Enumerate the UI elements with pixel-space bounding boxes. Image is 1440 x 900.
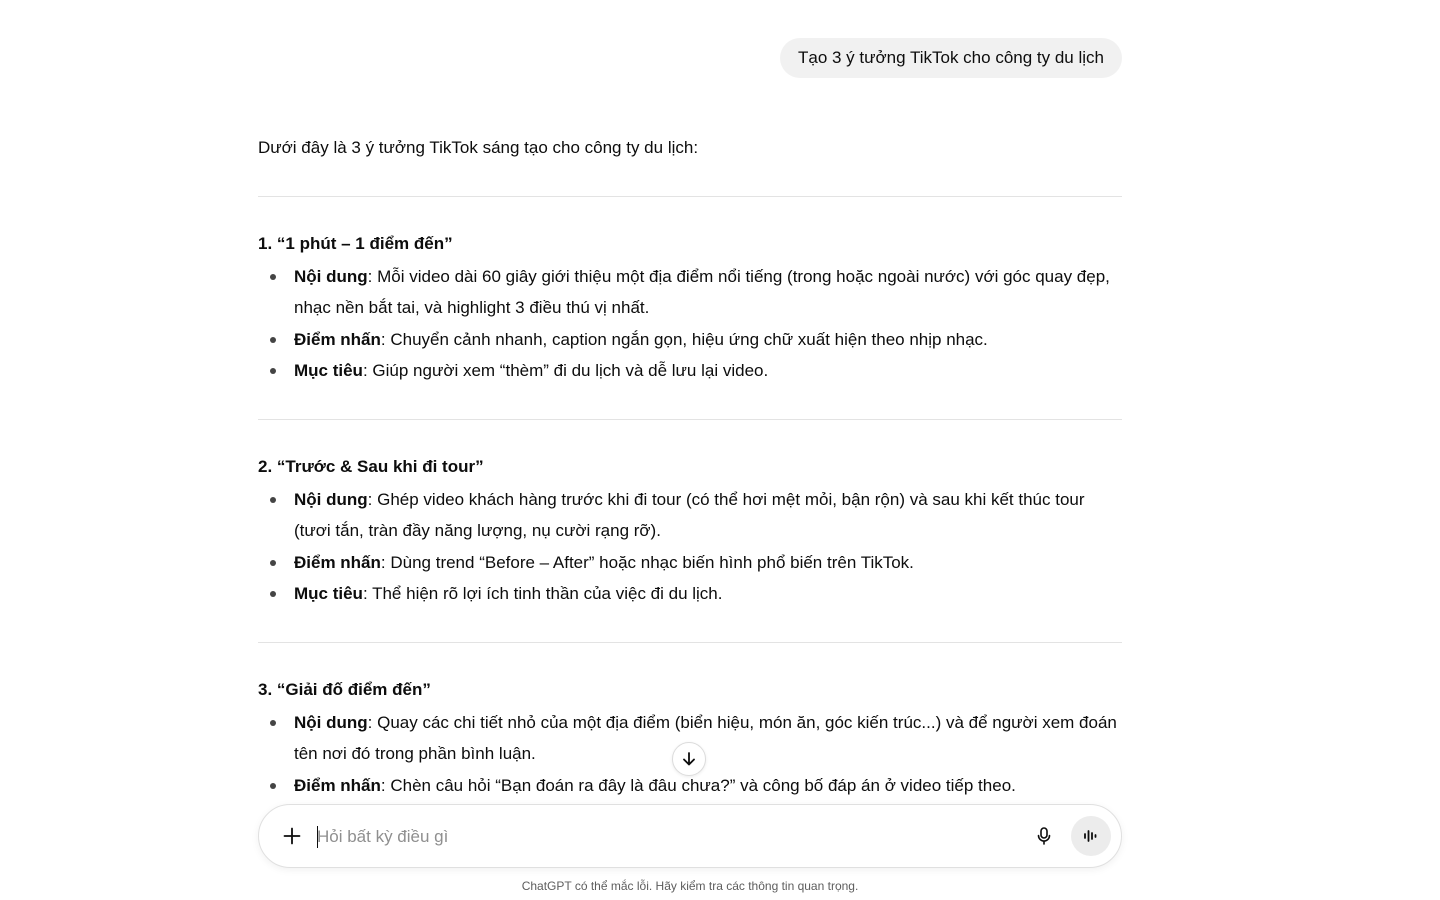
bullet-text: : Dùng trend “Before – After” hoặc nhạc …: [380, 552, 914, 572]
list-item: Điểm nhấn: Chèn câu hỏi “Bạn đoán ra đây…: [270, 770, 1122, 802]
voice-mode-button[interactable]: [1071, 816, 1111, 856]
assistant-message: Dưới đây là 3 ý tưởng TikTok sáng tạo ch…: [258, 132, 1122, 806]
bullet-text: : Ghép video khách hàng trước khi đi tou…: [294, 489, 1085, 541]
bullet-text: : Chuyển cảnh nhanh, caption ngắn gọn, h…: [380, 329, 988, 349]
bullet-label: Điểm nhấn: [294, 775, 381, 795]
prompt-input[interactable]: [317, 823, 1017, 851]
bullet-text: : Mỗi video dài 60 giây giới thiệu một đ…: [294, 266, 1110, 318]
bullet-label: Nội dung: [294, 712, 368, 732]
bullet-text: : Thể hiện rõ lợi ích tinh thần của việc…: [362, 584, 723, 603]
attach-button[interactable]: [275, 819, 309, 853]
idea-title: 1. “1 phút – 1 điểm đến”: [258, 233, 453, 253]
list-item: Nội dung: Quay các chi tiết nhỏ của một …: [270, 707, 1122, 770]
bullet-label: Nội dung: [294, 489, 368, 509]
bullet-label: Mục tiêu: [294, 584, 363, 603]
idea-section-2: 2. “Trước & Sau khi đi tour” Nội dung: G…: [258, 420, 1122, 642]
microphone-icon: [1037, 827, 1051, 845]
list-item: Mục tiêu: Thể hiện rõ lợi ích tinh thần …: [270, 578, 1122, 610]
idea-title: 3. “Giải đố điểm đến”: [258, 679, 431, 699]
list-item: Nội dung: Ghép video khách hàng trước kh…: [270, 484, 1122, 547]
voice-mode-icon: [1084, 830, 1097, 842]
chat-page: Tạo 3 ý tưởng TikTok cho công ty du lịch…: [0, 0, 1440, 900]
bullet-label: Điểm nhấn: [294, 552, 381, 572]
bullet-label: Nội dung: [294, 266, 368, 286]
list-item: Mục tiêu: Giúp người xem “thèm” đi du lị…: [270, 355, 1122, 387]
user-message-row: Tạo 3 ý tưởng TikTok cho công ty du lịch: [258, 0, 1122, 78]
idea-bullet-list: Nội dung: Mỗi video dài 60 giây giới thi…: [258, 261, 1122, 387]
arrow-down-icon: [683, 752, 695, 766]
bullet-text: : Giúp người xem “thèm” đi du lịch và dễ…: [362, 361, 769, 380]
bullet-text: : Chèn câu hỏi “Bạn đoán ra đây là đâu c…: [380, 775, 1016, 795]
text-caret: [317, 826, 318, 848]
list-item: Điểm nhấn: Chuyển cảnh nhanh, caption ng…: [270, 324, 1122, 356]
bullet-label: Điểm nhấn: [294, 329, 381, 349]
dictate-button[interactable]: [1027, 819, 1061, 853]
assistant-intro: Dưới đây là 3 ý tưởng TikTok sáng tạo ch…: [258, 138, 699, 157]
idea-section-3: 3. “Giải đố điểm đến” Nội dung: Quay các…: [258, 643, 1122, 807]
scroll-to-bottom-button[interactable]: [672, 742, 706, 776]
idea-title: 2. “Trước & Sau khi đi tour”: [258, 456, 484, 476]
user-message-bubble: Tạo 3 ý tưởng TikTok cho công ty du lịch: [779, 38, 1122, 78]
disclaimer-text: ChatGPT có thể mắc lỗi. Hãy kiểm tra các…: [521, 879, 859, 893]
plus-icon: [283, 827, 301, 845]
idea-section-1: 1. “1 phút – 1 điểm đến” Nội dung: Mỗi v…: [258, 197, 1122, 419]
list-item: Nội dung: Mỗi video dài 60 giây giới thi…: [270, 261, 1122, 324]
message-composer: [258, 804, 1122, 868]
conversation-thread: Tạo 3 ý tưởng TikTok cho công ty du lịch…: [258, 0, 1122, 806]
list-item: Điểm nhấn: Dùng trend “Before – After” h…: [270, 547, 1122, 579]
idea-bullet-list: Nội dung: Ghép video khách hàng trước kh…: [258, 484, 1122, 610]
bullet-label: Mục tiêu: [294, 361, 363, 380]
